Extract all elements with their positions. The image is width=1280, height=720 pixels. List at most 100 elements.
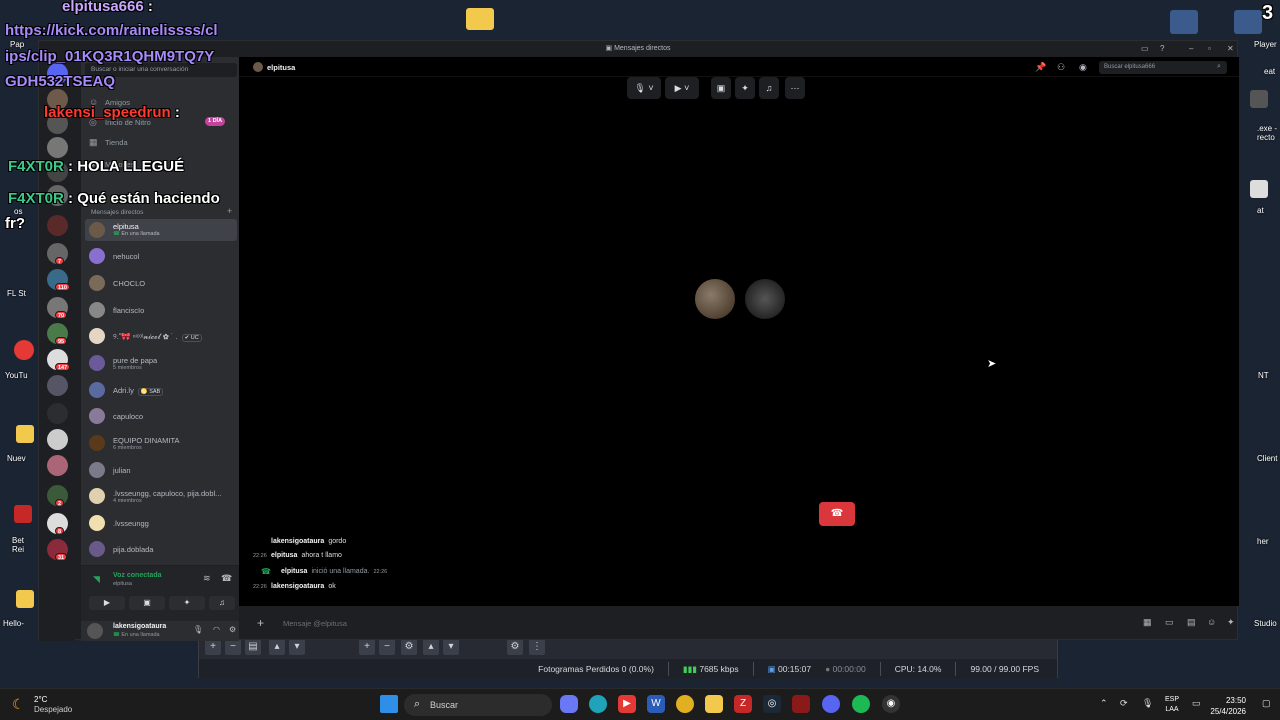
discord-icon[interactable] xyxy=(822,695,840,713)
steam-icon[interactable]: ◎ xyxy=(763,695,781,713)
message-author[interactable]: lakensigoataura ok xyxy=(271,583,336,590)
monitor-icon[interactable]: ▭ xyxy=(1192,698,1201,709)
server-icon[interactable] xyxy=(47,375,68,396)
headphones-icon[interactable]: ◠ xyxy=(213,625,220,634)
more-icon[interactable]: ⋯ xyxy=(785,77,805,99)
recipient-name[interactable]: elpitusa xyxy=(267,63,295,72)
game-controller-icon[interactable] xyxy=(1234,10,1262,34)
screen-share-button[interactable]: ▣ xyxy=(129,596,165,610)
app-icon[interactable] xyxy=(1250,180,1268,198)
minimize-icon[interactable]: – xyxy=(1189,44,1193,53)
move-down-icon[interactable]: ▾ xyxy=(443,639,459,655)
server-icon[interactable] xyxy=(47,403,68,424)
sticker-icon[interactable]: ▤ xyxy=(1187,617,1196,628)
voice-status[interactable]: Voz conectada xyxy=(113,572,162,579)
dm-item[interactable]: EQUIPO DINAMITA 6 miembros xyxy=(85,432,237,454)
server-icon[interactable] xyxy=(47,429,68,450)
clock[interactable]: 23:50 25/4/2026 xyxy=(1210,695,1246,717)
dm-item[interactable]: .lvsseungg, capuloco, pija.dobl... 4 mie… xyxy=(85,485,237,507)
folder-icon[interactable] xyxy=(466,8,494,30)
add-icon[interactable]: + xyxy=(205,639,221,655)
move-down-icon[interactable]: ▾ xyxy=(289,639,305,655)
more-icon[interactable]: ⋮ xyxy=(529,639,545,655)
message-input[interactable] xyxy=(283,616,983,630)
app-icon[interactable] xyxy=(1250,90,1268,108)
add-friend-icon[interactable]: ⚇ xyxy=(1057,62,1065,73)
profile-icon[interactable]: ◉ xyxy=(1079,62,1087,73)
hang-up-button[interactable]: ☎ xyxy=(819,502,855,526)
gif-icon[interactable]: ▭ xyxy=(1165,617,1174,628)
header-search-input[interactable]: Buscar elpitusa666 xyxy=(1099,61,1227,74)
activities-button[interactable]: ✦ xyxy=(735,77,755,99)
dm-item[interactable]: julian xyxy=(85,459,237,481)
add-icon[interactable]: + xyxy=(359,639,375,655)
server-icon[interactable] xyxy=(47,137,68,158)
soundboard-button[interactable]: ♫ xyxy=(759,77,779,99)
microphone-icon[interactable]: 🎙 xyxy=(193,625,203,634)
gift-icon[interactable]: ▦ xyxy=(1143,617,1152,628)
move-up-icon[interactable]: ▴ xyxy=(269,639,285,655)
folder-icon[interactable] xyxy=(16,425,34,443)
spotify-icon[interactable] xyxy=(852,695,870,713)
nav-store[interactable]: ▦ Tienda xyxy=(81,133,239,151)
disconnect-icon[interactable]: ☎ xyxy=(221,573,232,584)
help-icon[interactable]: ? xyxy=(1160,44,1164,53)
game-controller-icon[interactable] xyxy=(1170,10,1198,34)
close-icon[interactable]: ✕ xyxy=(1227,44,1234,53)
youtube-icon[interactable]: ▶ xyxy=(618,695,636,713)
username[interactable]: lakensigoataura xyxy=(113,623,166,630)
file-explorer-icon[interactable] xyxy=(705,695,723,713)
participant-avatar[interactable] xyxy=(743,277,787,321)
soundboard-button[interactable]: ♫ xyxy=(209,596,235,610)
youtube-icon[interactable] xyxy=(14,340,34,360)
obs-icon[interactable]: ◉ xyxy=(882,695,900,713)
server-icon[interactable] xyxy=(47,455,68,476)
add-dm-icon[interactable]: + xyxy=(227,206,232,216)
taskbar-search[interactable]: ⌕ Buscar xyxy=(404,694,552,716)
dm-item[interactable]: Adri.ly ♋ SAB xyxy=(85,379,237,401)
apps-icon[interactable]: ✦ xyxy=(1227,617,1235,628)
dm-item[interactable]: pure de papa 5 miembros xyxy=(85,352,237,374)
filter-icon[interactable]: ▤ xyxy=(245,639,261,655)
copilot-icon[interactable] xyxy=(560,695,578,713)
app-icon[interactable] xyxy=(14,505,32,523)
maximize-icon[interactable]: ▫ xyxy=(1208,44,1211,53)
filezilla-icon[interactable]: Z xyxy=(734,695,752,713)
participant-avatar[interactable] xyxy=(693,277,737,321)
gear-icon[interactable]: ⚙ xyxy=(401,639,417,655)
voice-channel[interactable]: elpitusa xyxy=(113,581,132,587)
camera-button[interactable]: ▶ xyxy=(89,596,125,610)
move-up-icon[interactable]: ▴ xyxy=(423,639,439,655)
dm-item[interactable]: capuloco xyxy=(85,405,237,427)
inbox-icon[interactable]: ▭ xyxy=(1141,44,1149,53)
microphone-button[interactable]: 🎙 ˅ xyxy=(627,77,661,99)
add-attachment-icon[interactable]: + xyxy=(257,616,264,630)
language-indicator[interactable]: ESP LAA xyxy=(1160,695,1184,715)
noise-suppression-icon[interactable]: ≋ xyxy=(203,573,211,584)
avatar[interactable] xyxy=(87,623,103,639)
app-icon[interactable] xyxy=(792,695,810,713)
server-icon[interactable] xyxy=(47,215,68,236)
remove-icon[interactable]: − xyxy=(225,639,241,655)
screen-share-button[interactable]: ▣ xyxy=(711,77,731,99)
pin-icon[interactable]: 📌 xyxy=(1035,62,1046,73)
activities-button[interactable]: ✦ xyxy=(169,596,205,610)
dm-item[interactable]: CHOCLO xyxy=(85,272,237,294)
gear-icon[interactable]: ⚙ xyxy=(229,625,236,634)
message-author[interactable]: elpitusa inició una llamada. 22:26 xyxy=(281,568,387,575)
remove-icon[interactable]: − xyxy=(379,639,395,655)
dm-item[interactable]: elpitusa ☎ En una llamada xyxy=(85,219,237,241)
network-sync-icon[interactable]: ⟳ xyxy=(1120,698,1128,709)
dm-item[interactable]: pija.doblada xyxy=(85,538,237,560)
edge-icon[interactable] xyxy=(589,695,607,713)
gear-icon[interactable]: ⚙ xyxy=(507,639,523,655)
emoji-icon[interactable]: ☺ xyxy=(1207,617,1216,627)
folder-icon[interactable] xyxy=(16,590,34,608)
dm-item[interactable]: flanciscIo xyxy=(85,299,237,321)
chrome-icon[interactable] xyxy=(676,695,694,713)
windows-start-icon[interactable] xyxy=(380,695,398,713)
chevron-up-icon[interactable]: ⌃ xyxy=(1100,698,1108,709)
dm-item[interactable]: nehucol xyxy=(85,245,237,267)
microphone-icon[interactable]: 🎙 xyxy=(1142,698,1153,709)
message-author[interactable]: elpitusa ahora t llamo xyxy=(271,552,342,559)
